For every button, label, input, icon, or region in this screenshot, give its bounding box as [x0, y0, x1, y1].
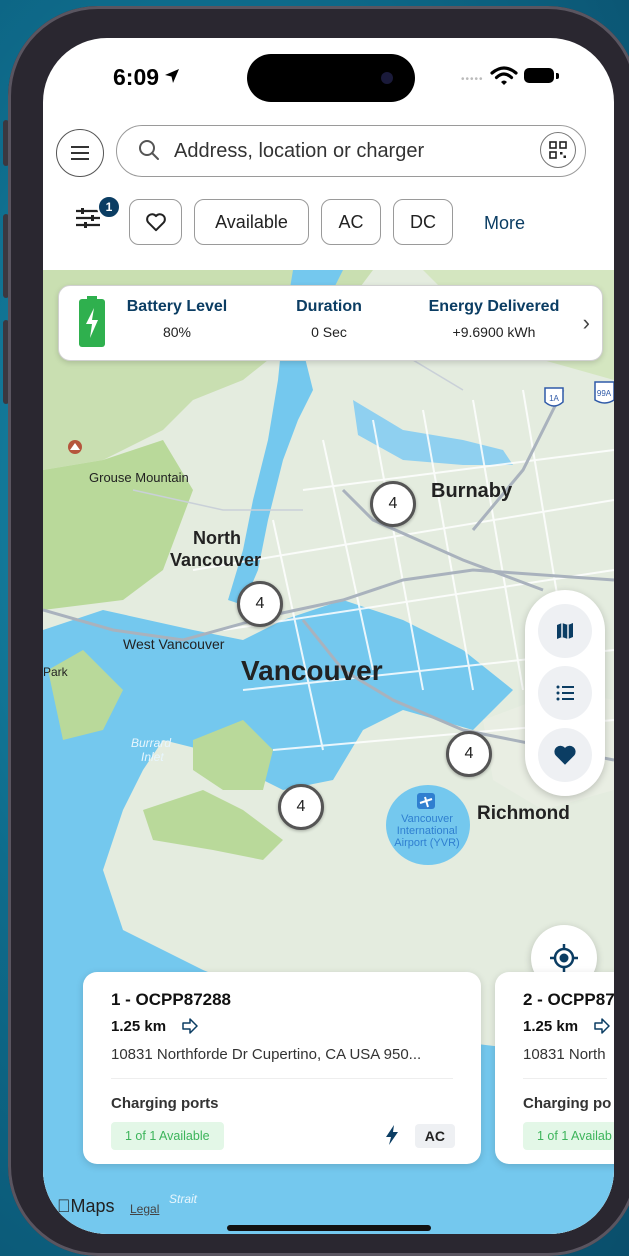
view-toggle-group: [525, 590, 605, 796]
charging-session-card[interactable]: Battery Level 80% Duration 0 Sec Energy …: [58, 285, 603, 361]
battery-icon: [524, 68, 559, 83]
apple-maps-logo: Maps: [57, 1196, 115, 1217]
airport-icon: [417, 793, 435, 809]
filter-chip-ac[interactable]: AC: [321, 199, 381, 245]
filter-count-badge: 1: [97, 195, 121, 219]
battery-charging-icon: [79, 296, 105, 347]
svg-text:1A: 1A: [549, 394, 559, 403]
charging-ports-label: Charging ports: [111, 1095, 219, 1112]
charging-ports-label: Charging po: [523, 1095, 612, 1112]
map-label-vancouver: Vancouver: [241, 655, 383, 686]
map-label-richmond: Richmond: [477, 803, 570, 824]
map-label-airport: Vancouver: [401, 813, 453, 825]
list-view-button[interactable]: [538, 666, 592, 720]
station-cluster-marker[interactable]: 4: [278, 784, 324, 830]
station-address: 10831 Northforde Dr Cupertino, CA USA 95…: [111, 1046, 422, 1063]
duration-block: Duration 0 Sec: [279, 298, 379, 340]
favorites-view-button[interactable]: [538, 728, 592, 782]
map-view-button[interactable]: [538, 604, 592, 658]
list-icon: [556, 685, 574, 701]
filter-chip-available[interactable]: Available: [194, 199, 309, 245]
battery-level-label: Battery Level: [126, 298, 228, 315]
duration-value: 0 Sec: [311, 324, 347, 340]
menu-button[interactable]: [56, 129, 104, 177]
svg-text:99A: 99A: [597, 389, 612, 398]
map-label-park: Park: [43, 665, 68, 679]
map-label-airport-3: Airport (YVR): [394, 837, 460, 849]
map-label-burnaby: Burnaby: [431, 480, 513, 502]
energy-delivered-block: Energy Delivered +9.6900 kWh: [419, 298, 569, 340]
map-icon: [557, 623, 573, 639]
dynamic-island: [247, 54, 415, 102]
map-label-north: North: [193, 528, 241, 548]
signal-dots-icon: •••••: [461, 74, 484, 85]
status-time: 6:09: [113, 64, 160, 90]
map-view[interactable]: 1A 99A Battery Level 80% Duration 0 Sec …: [43, 270, 614, 1234]
more-filters-link[interactable]: More: [484, 213, 525, 234]
lightning-bolt-icon: [386, 1125, 398, 1145]
station-cluster-marker[interactable]: 4: [370, 481, 416, 527]
qr-code-icon: [549, 141, 567, 159]
home-indicator[interactable]: [227, 1225, 431, 1231]
station-title: 1 - OCPP87288: [111, 990, 232, 1009]
directions-arrow-icon[interactable]: [593, 1018, 611, 1034]
app-screen: 6:09 ••••• Address, location or charger: [43, 38, 614, 1234]
battery-level-block: Battery Level 80%: [117, 298, 237, 340]
map-label-west-vancouver: West Vancouver: [123, 636, 225, 652]
maps-attribution: Maps: [57, 1196, 115, 1216]
duration-label: Duration: [296, 298, 362, 315]
station-card[interactable]: 2 - OCPP87 1.25 km 10831 North Charging …: [495, 972, 614, 1164]
card-divider: [111, 1078, 453, 1079]
battery-level-value: 80%: [162, 324, 192, 340]
station-address: 10831 North: [523, 1046, 606, 1063]
station-title: 2 - OCPP87: [523, 990, 614, 1009]
availability-badge: 1 of 1 Availab: [523, 1122, 614, 1150]
station-distance: 1.25 km: [111, 1018, 167, 1035]
search-input[interactable]: Address, location or charger: [116, 125, 586, 177]
station-cluster-marker[interactable]: 4: [237, 581, 283, 627]
qr-scan-button[interactable]: [540, 132, 576, 168]
search-icon: [139, 140, 159, 160]
chevron-right-icon: ›: [582, 310, 590, 335]
station-card[interactable]: 1 - OCPP87288 1.25 km 10831 Northforde D…: [83, 972, 481, 1164]
search-placeholder: Address, location or charger: [174, 140, 425, 162]
station-distance: 1.25 km: [523, 1018, 579, 1035]
map-label-strait: Strait: [169, 1192, 198, 1206]
legal-link[interactable]: Legal: [130, 1202, 159, 1216]
heart-outline-icon: [145, 213, 166, 232]
heart-filled-icon: [554, 745, 576, 765]
card-divider: [523, 1078, 607, 1079]
directions-arrow-icon[interactable]: [181, 1018, 199, 1034]
wifi-icon: [490, 66, 518, 85]
map-label-north-vancouver: Vancouver: [170, 550, 262, 570]
availability-badge: 1 of 1 Available: [111, 1122, 224, 1150]
energy-delivered-value: +9.6900 kWh: [452, 324, 536, 340]
map-label-airport-2: International: [396, 825, 458, 837]
status-bar: 6:09 •••••: [43, 38, 614, 118]
hamburger-icon: [71, 152, 89, 154]
filter-chip-dc[interactable]: DC: [393, 199, 453, 245]
location-arrow-icon: [165, 69, 179, 83]
connector-type-badge: AC: [414, 1124, 455, 1148]
grouse-mountain-icon: [68, 440, 82, 454]
station-cluster-marker[interactable]: 4: [446, 731, 492, 777]
phone-frame: 6:09 ••••• Address, location or charger: [8, 6, 629, 1256]
map-label-burrard: Burrard: [131, 736, 172, 750]
energy-delivered-label: Energy Delivered: [428, 298, 560, 315]
map-label-grouse: Grouse Mountain: [89, 470, 189, 485]
crosshair-location-icon: [550, 944, 578, 972]
map-label-burrard-inlet: Inlet: [141, 750, 164, 764]
favorites-filter-chip[interactable]: [129, 199, 182, 245]
